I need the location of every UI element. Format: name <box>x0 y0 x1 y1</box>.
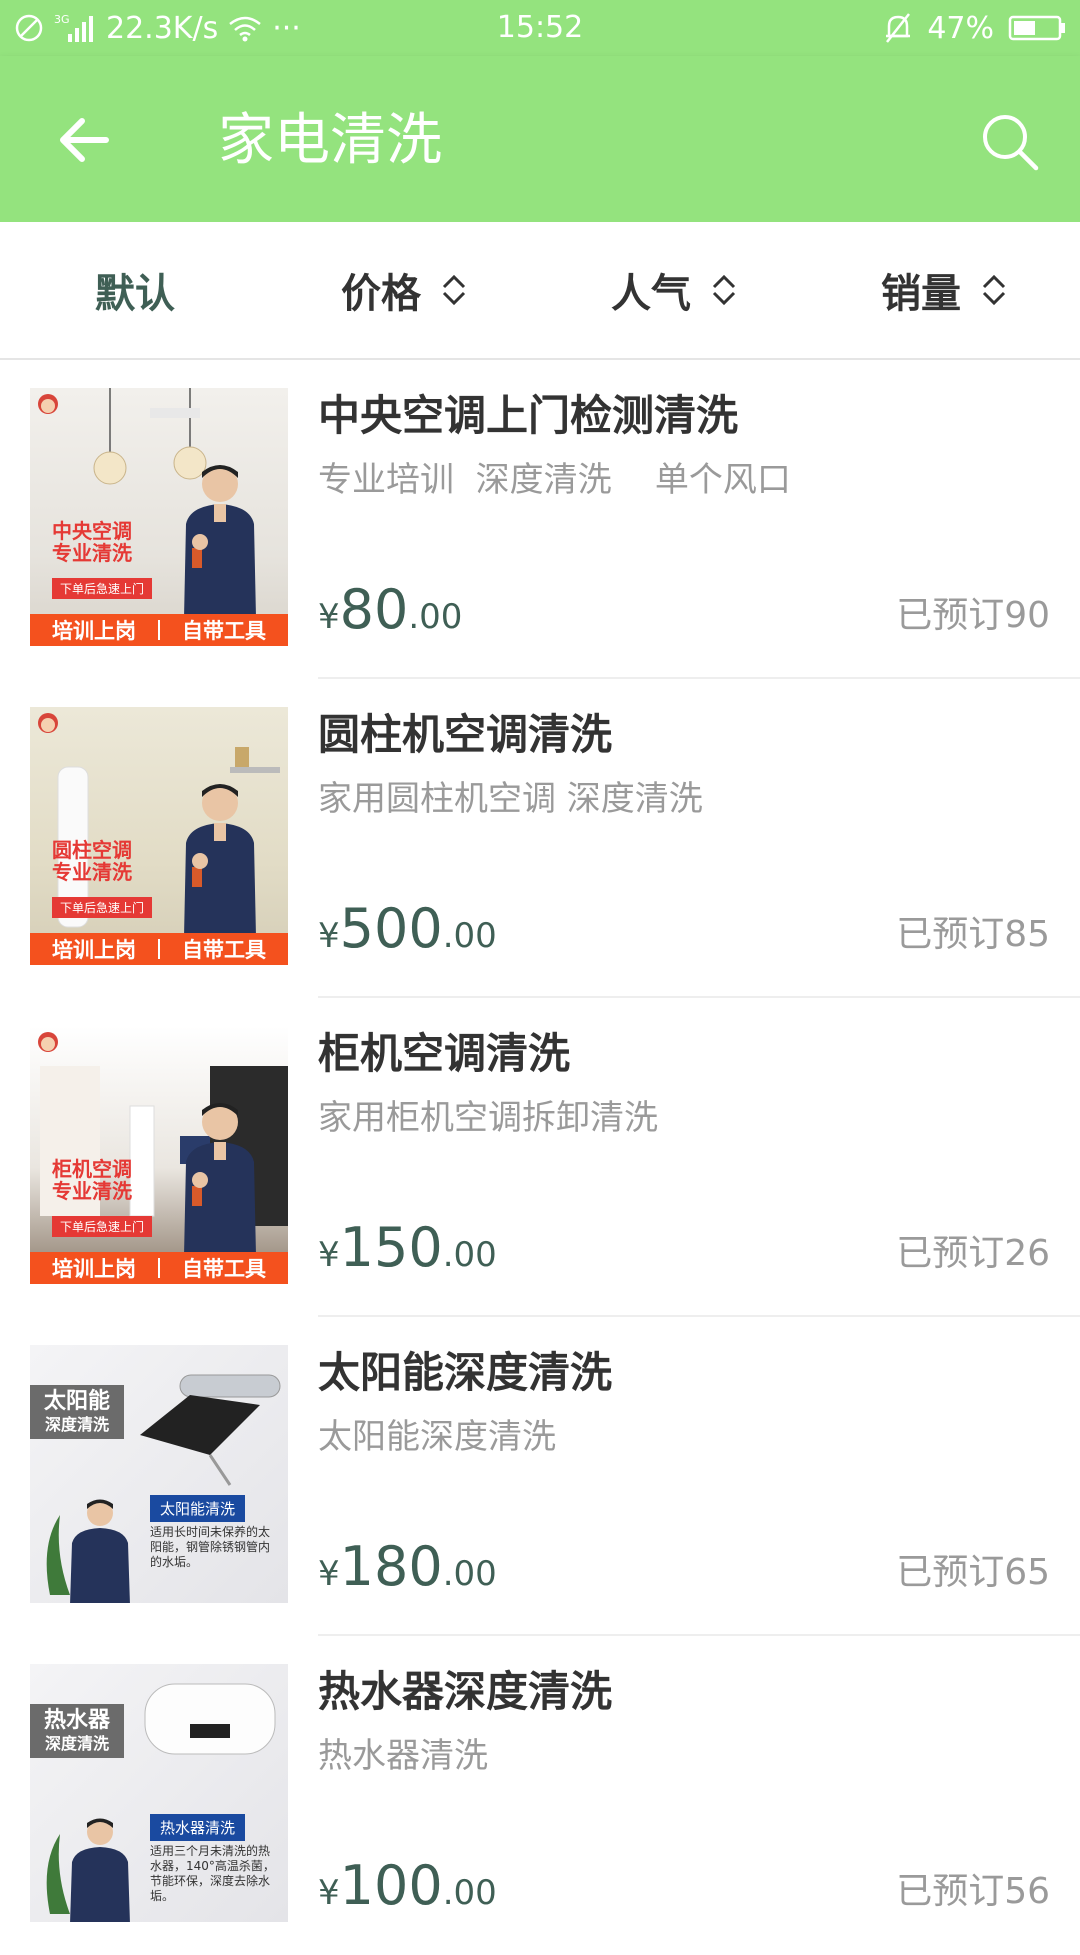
image-stripe: 培训上岗 自带工具 <box>30 614 288 646</box>
product-price: ¥150.00 <box>318 1216 497 1279</box>
image-caption: 适用三个月未清洗的热水器，140°高温杀菌，节能环保，深度去除水垢。 <box>150 1844 275 1903</box>
status-bar: 3G 22.3K/s ··· 15:52 47% <box>0 0 1080 56</box>
image-tag: 热水器清洗 <box>150 1814 246 1841</box>
technician-figure <box>70 1818 130 1922</box>
battery-icon <box>1008 14 1066 42</box>
sort-price[interactable]: 价格 <box>270 222 540 358</box>
battery-percent: 47% <box>927 10 994 46</box>
product-item[interactable]: 太阳能 深度清洗 太阳能清洗 适用长时间未保养的太阳能，钢管除锈钢管内的水垢。 太… <box>0 1317 1080 1636</box>
product-image: 太阳能 深度清洗 太阳能清洗 适用长时间未保养的太阳能，钢管除锈钢管内的水垢。 <box>30 1345 288 1603</box>
booked-count: 已预订56 <box>896 1871 1050 1912</box>
sort-bar: 默认 价格 人气 销量 <box>0 222 1080 360</box>
technician-figure <box>184 1103 256 1256</box>
booked-count: 已预订65 <box>896 1552 1050 1593</box>
product-image: 中央空调 专业清洗 下单后急速上门 培训上岗 自带工具 <box>30 388 288 646</box>
sort-default-label: 默认 <box>95 271 175 317</box>
sort-toggle-icon <box>712 274 736 306</box>
booked-count: 已预订85 <box>896 914 1050 955</box>
product-price: ¥100.00 <box>318 1854 497 1917</box>
product-item[interactable]: 热水器 深度清洗 热水器清洗 适用三个月未清洗的热水器，140°高温杀菌，节能环保… <box>0 1636 1080 1955</box>
product-item[interactable]: 柜机空调 专业清洗 下单后急速上门 培训上岗 自带工具 柜机空调清洗 家用柜机空调拆… <box>0 998 1080 1317</box>
image-stripe: 培训上岗 自带工具 <box>30 933 288 965</box>
search-button[interactable] <box>974 106 1046 178</box>
product-price: ¥80.00 <box>318 578 463 641</box>
product-item[interactable]: 中央空调 专业清洗 下单后急速上门 培训上岗 自带工具 中央空调上门检测清洗 专业培… <box>0 360 1080 679</box>
technician-figure <box>70 1499 130 1603</box>
sort-toggle-icon <box>982 274 1006 306</box>
sort-popularity-label: 人气 <box>611 271 691 317</box>
product-list: 中央空调 专业清洗 下单后急速上门 培训上岗 自带工具 中央空调上门检测清洗 专业培… <box>0 360 1080 1955</box>
sort-price-label: 价格 <box>341 271 421 317</box>
image-badge: 下单后急速上门 <box>52 897 153 918</box>
back-arrow-icon <box>60 118 109 162</box>
sort-popularity[interactable]: 人气 <box>540 222 810 358</box>
technician-figure <box>184 465 256 618</box>
product-image: 热水器 深度清洗 热水器清洗 适用三个月未清洗的热水器，140°高温杀菌，节能环保… <box>30 1664 288 1922</box>
product-desc: 专业培训 深度清洗 单个风口 <box>318 460 791 500</box>
product-price: ¥180.00 <box>318 1535 497 1598</box>
product-title: 中央空调上门检测清洗 <box>318 391 739 440</box>
product-title: 圆柱机空调清洗 <box>318 710 613 759</box>
sort-sales[interactable]: 销量 <box>810 222 1080 358</box>
back-button[interactable] <box>52 108 116 172</box>
image-headline: 圆柱空调 专业清洗 <box>52 838 132 884</box>
product-desc: 家用圆柱机空调 深度清洗 <box>318 779 703 819</box>
product-image: 圆柱空调 专业清洗 下单后急速上门 培训上岗 自带工具 <box>30 707 288 965</box>
image-headline: 柜机空调 专业清洗 <box>52 1157 132 1203</box>
status-right: 47% <box>883 8 1066 48</box>
booked-count: 已预订26 <box>896 1233 1050 1274</box>
image-badge: 下单后急速上门 <box>52 1216 153 1237</box>
sort-toggle-icon <box>442 274 466 306</box>
sort-default[interactable]: 默认 <box>0 222 270 358</box>
product-image: 柜机空调 专业清洗 下单后急速上门 培训上岗 自带工具 <box>30 1026 288 1284</box>
product-desc: 太阳能深度清洗 <box>318 1417 556 1457</box>
technician-figure <box>184 784 256 937</box>
page-title: 家电清洗 <box>218 108 442 173</box>
image-headline: 太阳能 深度清洗 <box>30 1385 124 1439</box>
image-stripe: 培训上岗 自带工具 <box>30 1252 288 1284</box>
image-caption: 适用长时间未保养的太阳能，钢管除锈钢管内的水垢。 <box>150 1525 271 1569</box>
app-bar: 家电清洗 <box>0 56 1080 222</box>
bell-muted-icon <box>883 12 913 44</box>
product-title: 热水器深度清洗 <box>318 1667 613 1716</box>
image-headline: 热水器 深度清洗 <box>30 1704 124 1758</box>
product-desc: 家用柜机空调拆卸清洗 <box>318 1098 658 1138</box>
sort-sales-label: 销量 <box>881 271 961 317</box>
product-price: ¥500.00 <box>318 897 497 960</box>
image-headline: 中央空调 专业清洗 <box>52 519 132 565</box>
product-item[interactable]: 圆柱空调 专业清洗 下单后急速上门 培训上岗 自带工具 圆柱机空调清洗 家用圆柱机空… <box>0 679 1080 998</box>
product-desc: 热水器清洗 <box>318 1736 488 1776</box>
product-title: 太阳能深度清洗 <box>318 1348 613 1397</box>
image-tag: 太阳能清洗 <box>150 1495 246 1522</box>
product-title: 柜机空调清洗 <box>318 1029 571 1078</box>
image-badge: 下单后急速上门 <box>52 578 153 599</box>
search-icon <box>983 115 1039 171</box>
booked-count: 已预订90 <box>896 595 1050 636</box>
